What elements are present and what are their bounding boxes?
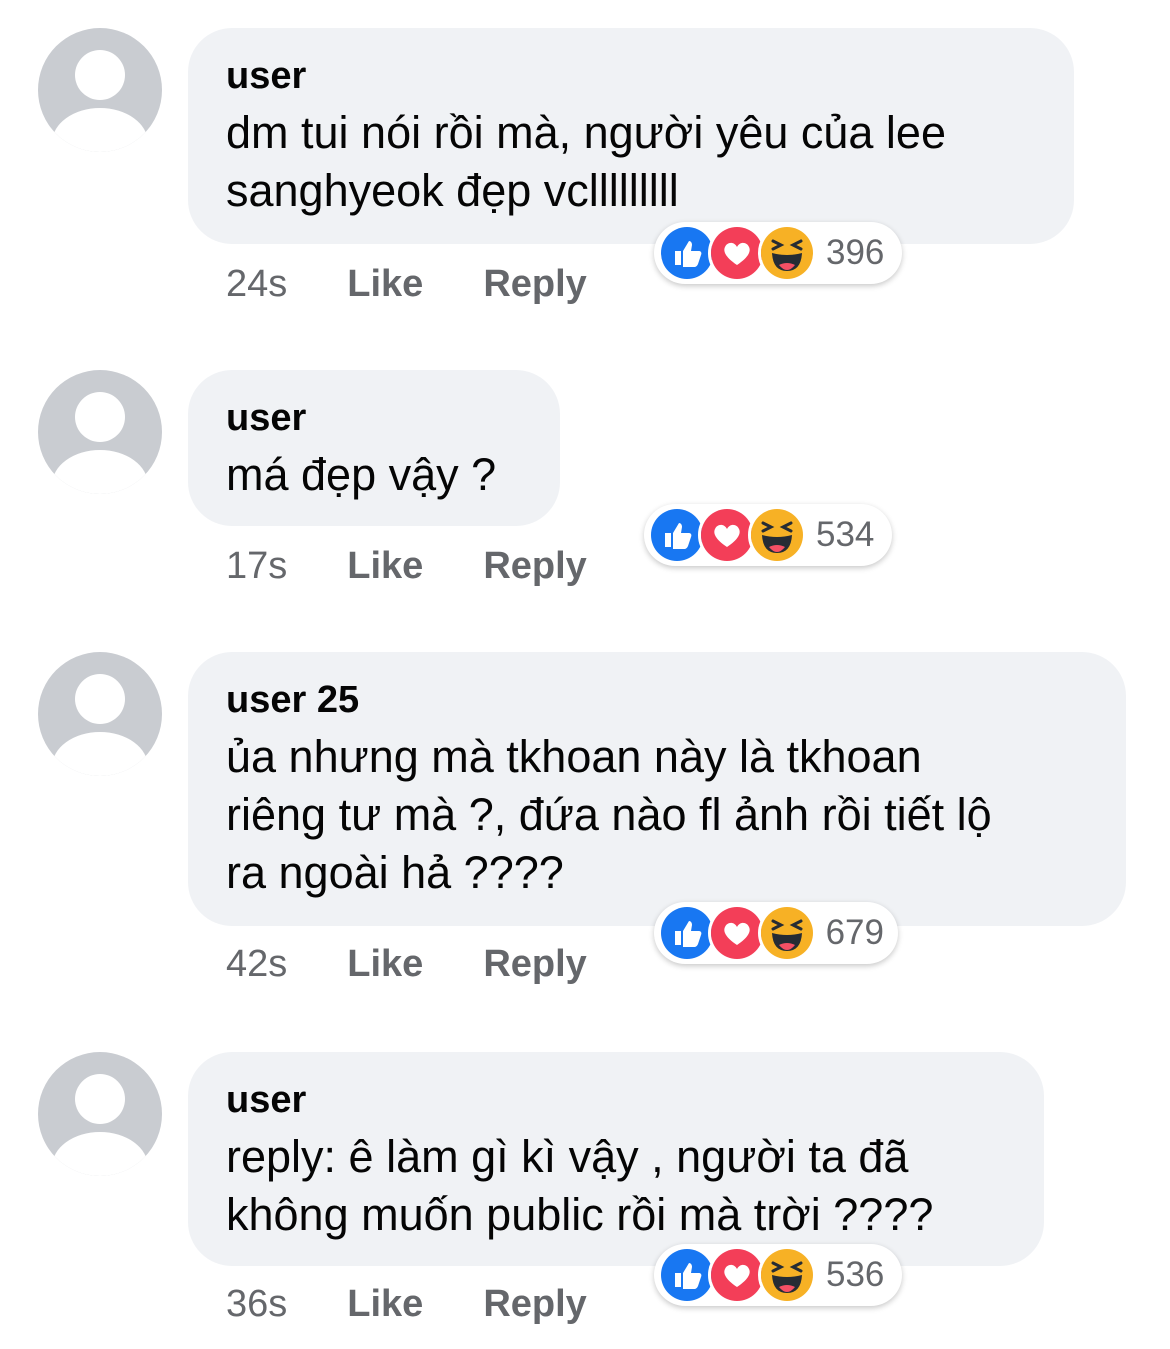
reaction-count: 396 [826, 233, 885, 272]
comment-text-line: reply: ê làm gì kì vậy , người ta đã [226, 1131, 909, 1182]
like-button[interactable]: Like [347, 262, 423, 306]
comment-bubble: user má đẹp vậy ? [188, 370, 560, 526]
avatar-head [75, 392, 125, 442]
comment-text-line: sanghyeok đẹp vclllllllll [226, 165, 679, 216]
comment-actions: 42s Like Reply [226, 942, 587, 986]
reaction-count: 534 [816, 515, 875, 554]
reaction-summary[interactable]: 679 [654, 902, 898, 964]
avatar-body [52, 450, 148, 494]
comment-bubble: user dm tui nói rồi mà, người yêu của le… [188, 28, 1074, 244]
comment-text-line: ra ngoài hả ???? [226, 847, 564, 898]
comment-text-line: dm tui nói rồi mà, người yêu của lee [226, 107, 946, 158]
haha-icon [748, 506, 806, 564]
comment-text-line: không muốn public rồi mà trời ???? [226, 1189, 934, 1240]
comment-author[interactable]: user [226, 1078, 1006, 1122]
avatar-head [75, 674, 125, 724]
reaction-count: 679 [825, 913, 884, 952]
avatar-body [52, 732, 148, 776]
reaction-summary[interactable]: 396 [654, 222, 902, 284]
comment-timestamp[interactable]: 42s [226, 942, 287, 986]
reply-button[interactable]: Reply [483, 544, 586, 588]
like-button[interactable]: Like [347, 942, 423, 986]
avatar[interactable] [38, 370, 162, 494]
comment-author[interactable]: user [226, 54, 1036, 98]
avatar-body [52, 108, 148, 152]
comment-text: má đẹp vậy ? [226, 446, 522, 504]
reply-button[interactable]: Reply [483, 1282, 586, 1326]
avatar[interactable] [38, 652, 162, 776]
like-button[interactable]: Like [347, 544, 423, 588]
haha-icon [758, 1246, 816, 1304]
comment-bubble: user reply: ê làm gì kì vậy , người ta đ… [188, 1052, 1044, 1266]
reply-button[interactable]: Reply [483, 942, 586, 986]
comment-actions: 24s Like Reply [226, 262, 587, 306]
comment-actions: 36s Like Reply [226, 1282, 587, 1326]
reaction-summary[interactable]: 536 [654, 1244, 902, 1306]
comment-text: ủa nhưng mà tkhoan này là tkhoan riêng t… [226, 728, 1088, 902]
haha-icon [758, 224, 816, 282]
comment-timestamp[interactable]: 36s [226, 1282, 287, 1326]
comment-actions: 17s Like Reply [226, 544, 587, 588]
comment-text-line: má đẹp vậy ? [226, 449, 497, 500]
comment-text: reply: ê làm gì kì vậy , người ta đã khô… [226, 1128, 1006, 1244]
comment-text: dm tui nói rồi mà, người yêu của lee san… [226, 104, 1036, 220]
avatar-head [75, 1074, 125, 1124]
comment-timestamp[interactable]: 24s [226, 262, 287, 306]
avatar-head [75, 50, 125, 100]
comment-author[interactable]: user 25 [226, 678, 1088, 722]
avatar-body [52, 1132, 148, 1176]
avatar[interactable] [38, 28, 162, 152]
reaction-summary[interactable]: 534 [644, 504, 892, 566]
avatar[interactable] [38, 1052, 162, 1176]
comment-text-line: riêng tư mà ?, đứa nào fl ảnh rồi tiết l… [226, 789, 992, 840]
haha-icon [757, 904, 816, 962]
comment-bubble: user 25 ủa nhưng mà tkhoan này là tkhoan… [188, 652, 1126, 926]
like-button[interactable]: Like [347, 1282, 423, 1326]
reaction-count: 536 [826, 1255, 885, 1294]
comment-author[interactable]: user [226, 396, 522, 440]
comment-timestamp[interactable]: 17s [226, 544, 287, 588]
comment-text-line: ủa nhưng mà tkhoan này là tkhoan [226, 731, 922, 782]
reply-button[interactable]: Reply [483, 262, 586, 306]
